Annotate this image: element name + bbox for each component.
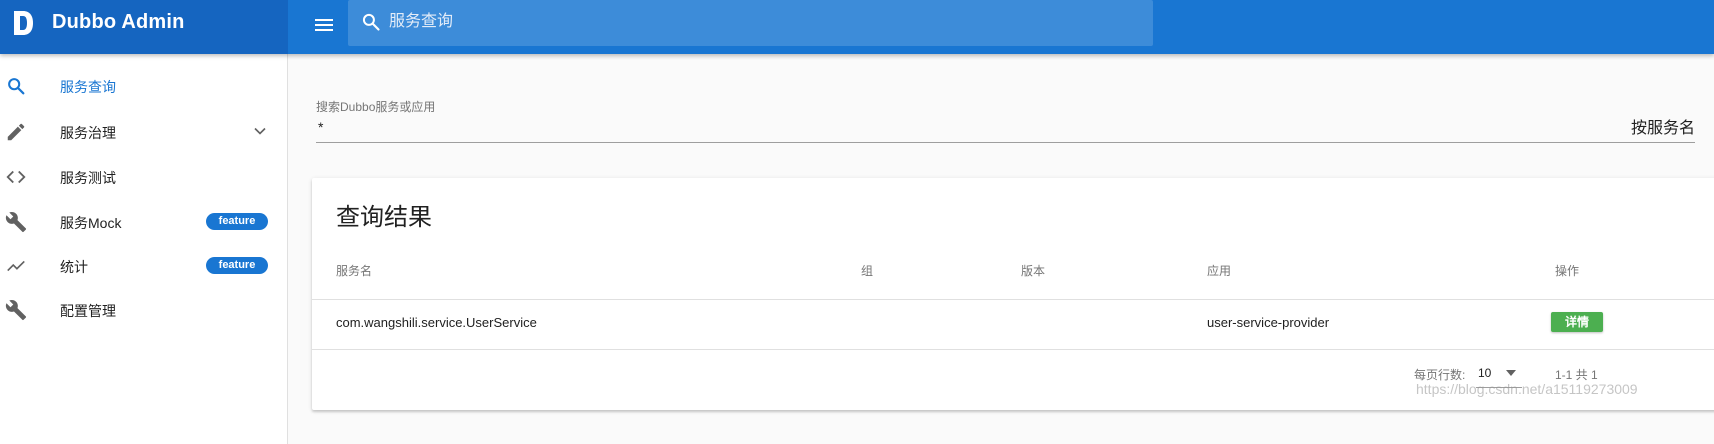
sidebar: 服务查询 服务治理 服务测试 服务Mock feature 统计 feature (0, 54, 288, 444)
sidebar-item-service-test[interactable]: 服务测试 (0, 155, 287, 199)
menu-button[interactable] (310, 11, 338, 39)
pencil-icon (7, 123, 25, 141)
caret-down-icon (1506, 370, 1516, 376)
column-header-action: 操作 (1555, 264, 1580, 278)
search-icon (8, 78, 25, 95)
column-header-application[interactable]: 应用 (1207, 262, 1231, 279)
column-header-version[interactable]: 版本 (1021, 262, 1045, 279)
global-search[interactable] (348, 0, 1153, 46)
trending-up-icon (7, 260, 25, 272)
dubbo-logo-icon (14, 11, 33, 35)
code-icon (6, 170, 26, 184)
sidebar-item-config-management[interactable]: 配置管理 (0, 288, 287, 332)
wrench-icon (5, 212, 27, 233)
sidebar-item-label: 配置管理 (60, 303, 116, 319)
cell-application: user-service-provider (1207, 315, 1330, 330)
brand[interactable]: Dubbo Admin (0, 0, 288, 54)
results-card: 查询结果 服务名 组 版本 应用 操作 com.wangshili.servic… (312, 178, 1714, 410)
feature-badge: feature (206, 213, 268, 230)
sidebar-item-statistics[interactable]: 统计 feature (0, 244, 287, 288)
table-header-divider (312, 299, 1714, 300)
search-mode-select[interactable]: 按服务名 (1628, 114, 1695, 138)
detail-button[interactable]: 详情 (1551, 312, 1603, 332)
rows-per-page-value: 10 (1478, 366, 1492, 380)
wrench-icon (5, 300, 27, 321)
sidebar-item-label: 服务测试 (60, 170, 116, 186)
sidebar-item-label: 统计 (60, 259, 88, 275)
global-search-input[interactable] (387, 9, 1127, 35)
search-icon (362, 13, 380, 31)
chevron-down-icon[interactable] (250, 121, 270, 141)
results-title: 查询结果 (336, 204, 432, 231)
column-header-service[interactable]: 服务名 (336, 262, 372, 279)
cell-service: com.wangshili.service.UserService (336, 315, 537, 330)
top-app-bar: Dubbo Admin (0, 0, 1714, 54)
sidebar-item-service-search[interactable]: 服务查询 (0, 64, 287, 108)
column-header-group[interactable]: 组 (861, 262, 873, 279)
filter-input[interactable] (316, 116, 1416, 138)
feature-badge: feature (206, 257, 268, 274)
sidebar-item-label: 服务查询 (60, 79, 116, 95)
filter-underline (316, 142, 1695, 143)
watermark: https://blog.csdn.net/a15119273009 (1416, 381, 1638, 397)
table-row-divider (312, 349, 1714, 350)
filter-label: 搜索Dubbo服务或应用 (316, 100, 436, 114)
app-title: Dubbo Admin (52, 11, 185, 33)
sidebar-item-label: 服务治理 (60, 125, 116, 141)
sidebar-item-service-governance[interactable]: 服务治理 (0, 110, 287, 154)
sidebar-item-service-mock[interactable]: 服务Mock feature (0, 200, 287, 244)
sidebar-item-label: 服务Mock (60, 215, 122, 231)
menu-icon (315, 19, 333, 31)
